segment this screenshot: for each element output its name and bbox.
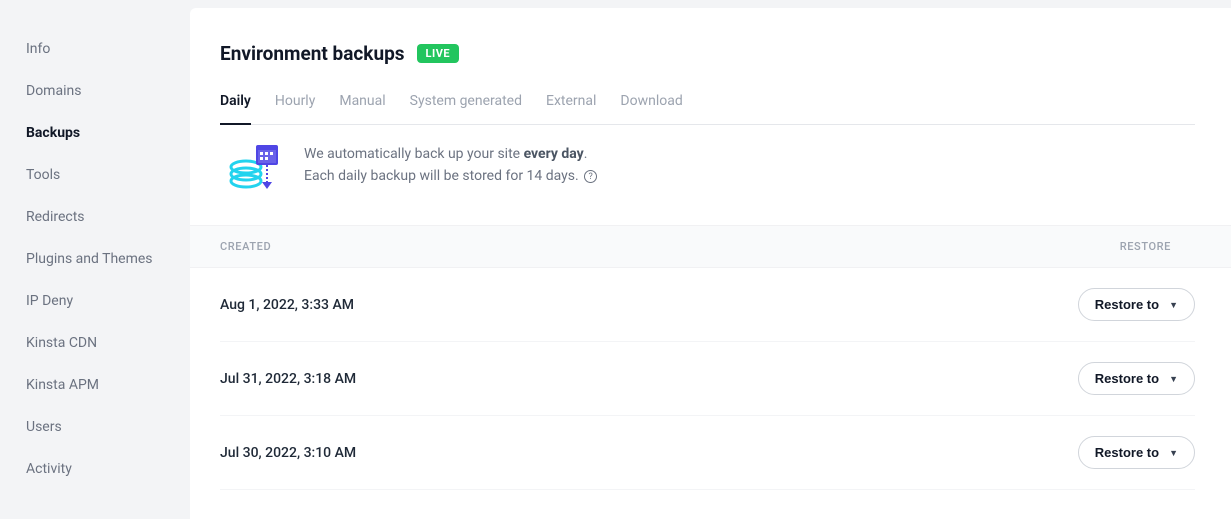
info-text: We automatically back up your site every…: [304, 143, 597, 188]
table-row: Jul 30, 2022, 3:10 AM Restore to ▼: [220, 416, 1195, 490]
sidebar-item-redirects[interactable]: Redirects: [0, 196, 190, 238]
tab-daily[interactable]: Daily: [220, 93, 251, 125]
tab-label: Download: [620, 93, 682, 109]
restore-to-button[interactable]: Restore to ▼: [1078, 288, 1195, 321]
restore-to-button[interactable]: Restore to ▼: [1078, 436, 1195, 469]
column-header-created: CREATED: [220, 240, 271, 253]
info-line1-pre: We automatically back up your site: [304, 146, 524, 162]
tab-hourly[interactable]: Hourly: [275, 93, 315, 124]
tab-download[interactable]: Download: [620, 93, 682, 124]
tab-label: Daily: [220, 93, 251, 109]
sidebar: Info Domains Backups Tools Redirects Plu…: [0, 0, 190, 519]
backup-created-date: Aug 1, 2022, 3:33 AM: [220, 297, 354, 313]
column-header-restore: RESTORE: [1120, 240, 1171, 253]
chevron-down-icon: ▼: [1169, 448, 1178, 458]
page-title: Environment backups: [220, 42, 405, 65]
sidebar-item-label: Kinsta APM: [26, 377, 99, 393]
main-content: Environment backups LIVE Daily Hourly Ma…: [190, 8, 1231, 519]
tab-label: External: [546, 93, 596, 109]
backup-schedule-icon: [228, 143, 282, 193]
restore-button-label: Restore to: [1095, 445, 1159, 460]
info-line1-post: .: [584, 146, 588, 162]
tab-manual[interactable]: Manual: [339, 93, 385, 124]
sidebar-item-label: Activity: [26, 461, 72, 477]
backup-created-date: Jul 31, 2022, 3:18 AM: [220, 371, 356, 387]
restore-to-button[interactable]: Restore to ▼: [1078, 362, 1195, 395]
sidebar-item-tools[interactable]: Tools: [0, 154, 190, 196]
tab-label: Hourly: [275, 93, 315, 109]
restore-button-label: Restore to: [1095, 297, 1159, 312]
table-row: Jul 31, 2022, 3:18 AM Restore to ▼: [220, 342, 1195, 416]
sidebar-item-label: Users: [26, 419, 62, 435]
sidebar-item-label: Backups: [26, 125, 80, 141]
table-header: CREATED RESTORE: [190, 225, 1231, 268]
sidebar-item-kinsta-cdn[interactable]: Kinsta CDN: [0, 322, 190, 364]
tab-label: Manual: [339, 93, 385, 109]
sidebar-item-users[interactable]: Users: [0, 406, 190, 448]
sidebar-item-label: Tools: [26, 167, 60, 183]
tab-external[interactable]: External: [546, 93, 596, 124]
table-row: Aug 1, 2022, 3:33 AM Restore to ▼: [220, 268, 1195, 342]
info-banner: We automatically back up your site every…: [220, 125, 1195, 225]
backup-created-date: Jul 30, 2022, 3:10 AM: [220, 445, 356, 461]
info-line1-bold: every day: [524, 146, 584, 162]
chevron-down-icon: ▼: [1169, 374, 1178, 384]
sidebar-item-label: Domains: [26, 83, 81, 99]
chevron-down-icon: ▼: [1169, 300, 1178, 310]
sidebar-item-kinsta-apm[interactable]: Kinsta APM: [0, 364, 190, 406]
sidebar-item-activity[interactable]: Activity: [0, 448, 190, 490]
environment-badge: LIVE: [417, 44, 460, 63]
restore-button-label: Restore to: [1095, 371, 1159, 386]
sidebar-item-backups[interactable]: Backups: [0, 112, 190, 154]
help-icon[interactable]: ?: [584, 170, 597, 183]
sidebar-item-ip-deny[interactable]: IP Deny: [0, 280, 190, 322]
info-line2: Each daily backup will be stored for 14 …: [304, 168, 579, 184]
sidebar-item-label: Redirects: [26, 209, 85, 225]
tab-system-generated[interactable]: System generated: [410, 93, 522, 124]
sidebar-item-info[interactable]: Info: [0, 28, 190, 70]
page-header: Environment backups LIVE: [220, 42, 1195, 65]
sidebar-item-label: Plugins and Themes: [26, 251, 153, 267]
backup-tabs: Daily Hourly Manual System generated Ext…: [220, 93, 1195, 125]
sidebar-item-plugins-themes[interactable]: Plugins and Themes: [0, 238, 190, 280]
sidebar-item-domains[interactable]: Domains: [0, 70, 190, 112]
tab-label: System generated: [410, 93, 522, 109]
sidebar-item-label: IP Deny: [26, 293, 73, 309]
sidebar-item-label: Kinsta CDN: [26, 335, 97, 351]
sidebar-item-label: Info: [26, 41, 50, 57]
